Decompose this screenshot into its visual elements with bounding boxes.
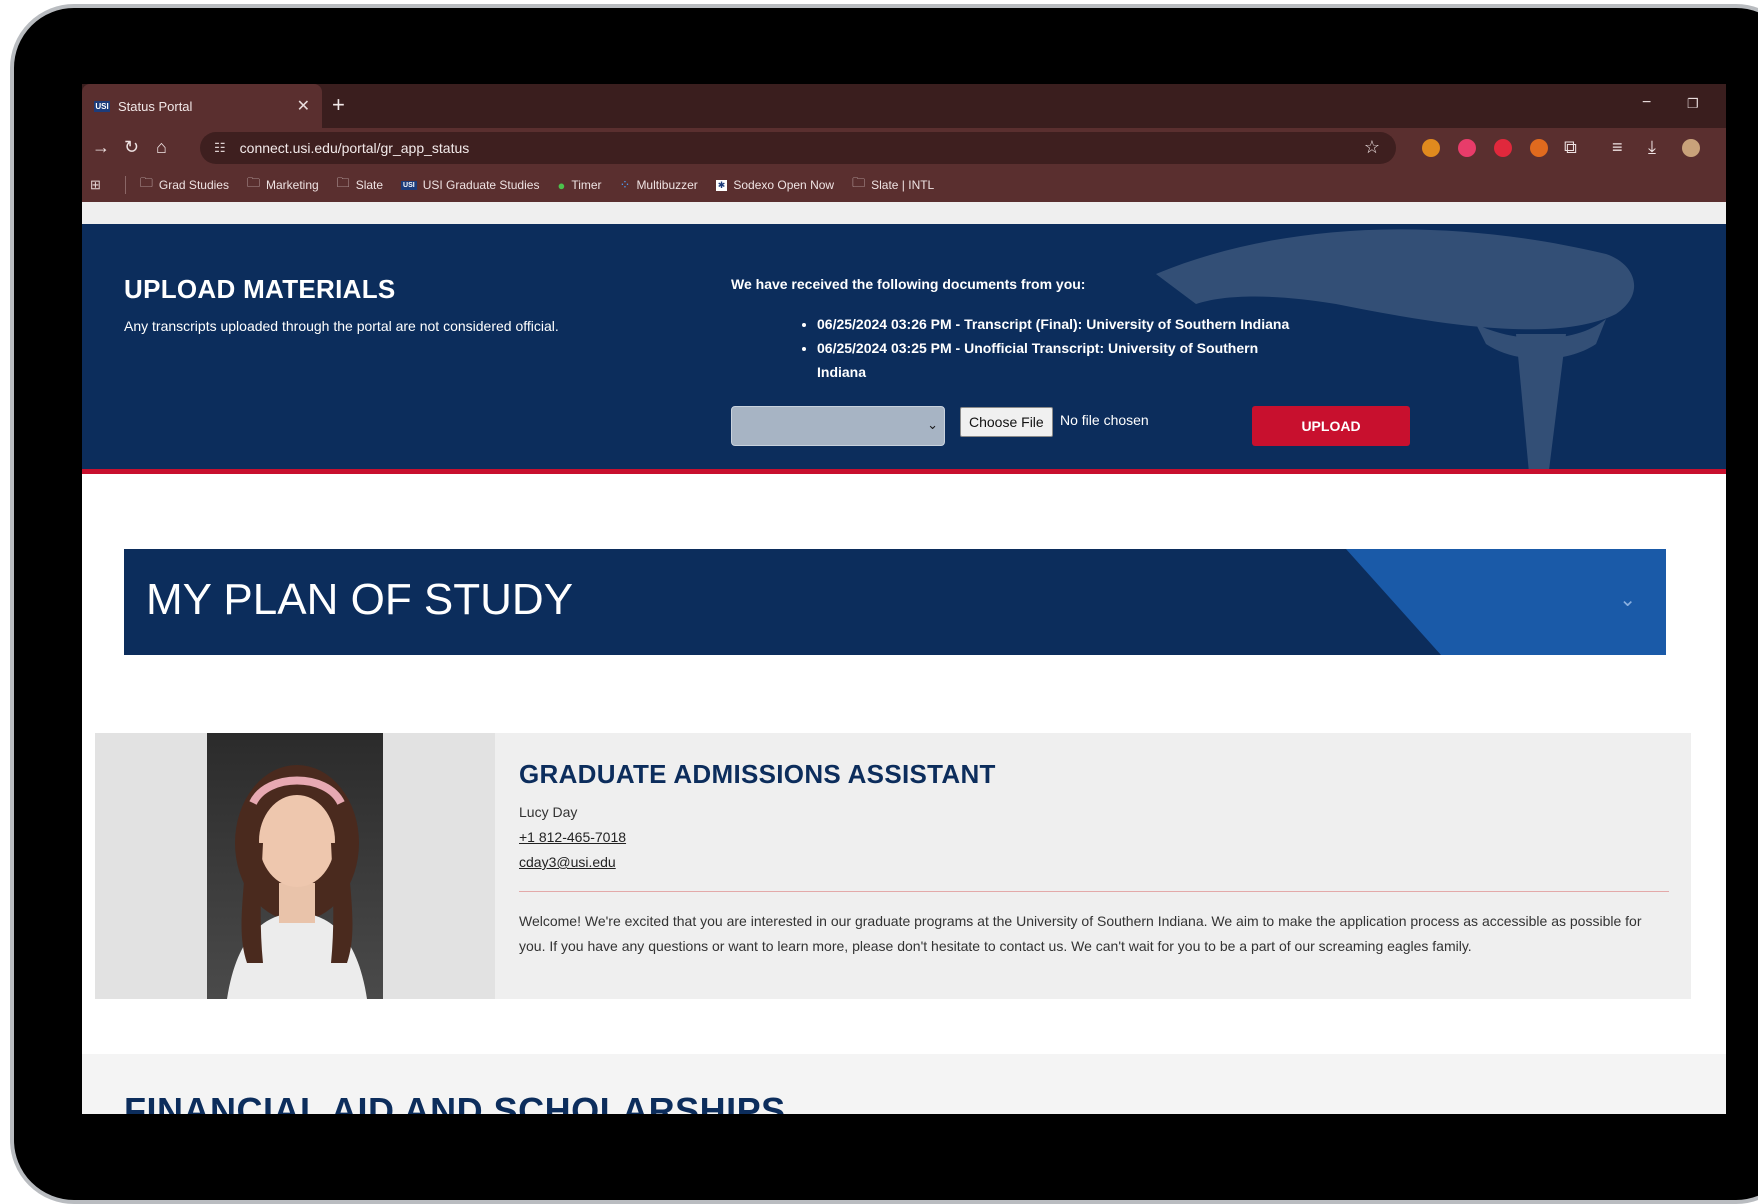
- no-file-text: No file chosen: [1060, 412, 1149, 428]
- folder-icon: 🗀: [852, 175, 866, 190]
- laptop-frame: USI Status Portal ✕ + − ❐ → ↻ ⌂ ☷ connec…: [10, 4, 1758, 1204]
- folder-icon: 🗀: [139, 175, 153, 190]
- tree-icon: ●: [557, 177, 566, 193]
- bookmark-sodexo[interactable]: ✱ Sodexo Open Now: [715, 178, 835, 192]
- upload-title: UPLOAD MATERIALS: [124, 274, 396, 304]
- folder-icon: 🗀: [336, 175, 350, 190]
- staff-role-title: GRADUATE ADMISSIONS ASSISTANT: [519, 759, 996, 789]
- received-docs-heading: We have received the following documents…: [731, 276, 1086, 292]
- minimize-icon[interactable]: −: [1642, 94, 1651, 112]
- new-tab-icon[interactable]: +: [332, 92, 345, 118]
- bookmark-label: Multibuzzer: [636, 178, 698, 192]
- extensions-puzzle-icon[interactable]: ⧉: [1564, 136, 1577, 158]
- financial-aid-title: FINANCIAL AID AND SCHOLARSHIPS: [124, 1090, 786, 1114]
- reading-list-icon[interactable]: ≡: [1612, 136, 1623, 158]
- staff-phone-link[interactable]: +1 812-465-7018: [519, 829, 626, 845]
- home-icon[interactable]: ⌂: [156, 136, 167, 158]
- usi-logo-icon: USI: [401, 180, 417, 190]
- profile-avatar-icon[interactable]: [1682, 139, 1700, 157]
- download-icon[interactable]: ⤓: [1648, 136, 1656, 158]
- bookmarks-bar: ⊞ 🗀 Grad Studies 🗀 Marketing 🗀 Slate USI USI…: [82, 168, 1726, 202]
- plan-of-study-title: MY PLAN OF STUDY: [146, 575, 574, 624]
- list-item: 06/25/2024 03:26 PM - Transcript (Final)…: [817, 312, 1297, 336]
- usi-favicon-icon: USI: [94, 100, 110, 112]
- upload-note: Any transcripts uploaded through the por…: [124, 318, 559, 334]
- forward-icon[interactable]: →: [92, 136, 110, 158]
- extension-1-icon[interactable]: [1422, 139, 1440, 157]
- chevron-down-icon[interactable]: ⌄: [1619, 587, 1636, 612]
- dots-icon: ⁘: [619, 177, 631, 192]
- tab-status-portal[interactable]: USI Status Portal ✕: [82, 84, 322, 128]
- sodexo-icon: ✱: [715, 179, 728, 191]
- site-info-icon[interactable]: ☷: [214, 140, 226, 156]
- bookmark-label: Slate | INTL: [871, 178, 935, 192]
- bookmark-grad-studies[interactable]: 🗀 Grad Studies: [140, 174, 229, 196]
- browser-window: USI Status Portal ✕ + − ❐ → ↻ ⌂ ☷ connec…: [82, 84, 1726, 1114]
- bookmark-label: Marketing: [265, 178, 319, 192]
- chevron-down-icon: ⌄: [927, 417, 938, 432]
- restore-icon[interactable]: ❐: [1687, 96, 1699, 112]
- bookmark-timer[interactable]: ● Timer: [557, 178, 601, 193]
- staff-welcome-text: Welcome! We're excited that you are inte…: [519, 913, 1642, 954]
- photo-column: [95, 733, 495, 999]
- bookmark-slate-intl[interactable]: 🗀 Slate | INTL: [852, 174, 934, 196]
- extension-4-icon[interactable]: [1530, 139, 1548, 157]
- received-docs-list: 06/25/2024 03:26 PM - Transcript (Final)…: [817, 312, 1297, 384]
- choose-file-button[interactable]: Choose File: [960, 407, 1053, 437]
- staff-name: Lucy Day: [519, 804, 578, 820]
- reload-icon[interactable]: ↻: [124, 136, 139, 158]
- close-tab-icon[interactable]: ✕: [297, 96, 310, 116]
- folder-icon: 🗀: [246, 175, 260, 190]
- extension-2-icon[interactable]: [1458, 139, 1476, 157]
- upload-button[interactable]: UPLOAD: [1252, 406, 1410, 446]
- upload-materials-section: UPLOAD MATERIALS Any transcripts uploade…: [82, 224, 1726, 474]
- bookmark-star-icon[interactable]: ☆: [1364, 137, 1380, 158]
- bookmark-label: USI Graduate Studies: [422, 178, 540, 192]
- staff-email-link[interactable]: cday3@usi.edu: [519, 854, 616, 870]
- bookmark-slate[interactable]: 🗀 Slate: [337, 174, 383, 196]
- banner-wedge-decoration: [1346, 549, 1666, 655]
- plan-of-study-banner[interactable]: MY PLAN OF STUDY ⌄: [124, 549, 1666, 655]
- financial-aid-section: FINANCIAL AID AND SCHOLARSHIPS: [82, 1054, 1726, 1114]
- browser-toolbar: → ↻ ⌂ ☷ connect.usi.edu/portal/gr_app_st…: [82, 128, 1726, 168]
- address-bar[interactable]: ☷ connect.usi.edu/portal/gr_app_status ☆: [200, 132, 1396, 164]
- bookmark-multibuzzer[interactable]: ⁘ Multibuzzer: [620, 177, 698, 193]
- tab-title: Status Portal: [118, 98, 193, 114]
- list-item: 06/25/2024 03:25 PM - Unofficial Transcr…: [817, 336, 1297, 384]
- bookmark-label: Sodexo Open Now: [733, 178, 835, 192]
- bookmark-label: Timer: [571, 178, 602, 192]
- bookmarks-divider: [124, 176, 126, 194]
- apps-grid-icon[interactable]: ⊞: [90, 177, 107, 193]
- portal-page: UPLOAD MATERIALS Any transcripts uploade…: [82, 202, 1726, 1114]
- bookmark-marketing[interactable]: 🗀 Marketing: [247, 174, 319, 196]
- url-text: connect.usi.edu/portal/gr_app_status: [239, 140, 470, 156]
- bookmark-usi-graduate-studies[interactable]: USI USI Graduate Studies: [401, 178, 539, 192]
- avatar: [207, 733, 383, 999]
- card-divider: [519, 891, 1669, 892]
- document-type-select[interactable]: ⌄: [731, 406, 945, 446]
- bookmark-label: Grad Studies: [158, 178, 229, 192]
- tab-strip: USI Status Portal ✕ + − ❐: [82, 84, 1726, 128]
- portrait-illustration: [227, 765, 367, 999]
- page-top-strip: [82, 202, 1726, 224]
- extension-3-icon[interactable]: [1494, 139, 1512, 157]
- bookmark-label: Slate: [355, 178, 384, 192]
- staff-contact-card: GRADUATE ADMISSIONS ASSISTANT Lucy Day +…: [95, 733, 1691, 999]
